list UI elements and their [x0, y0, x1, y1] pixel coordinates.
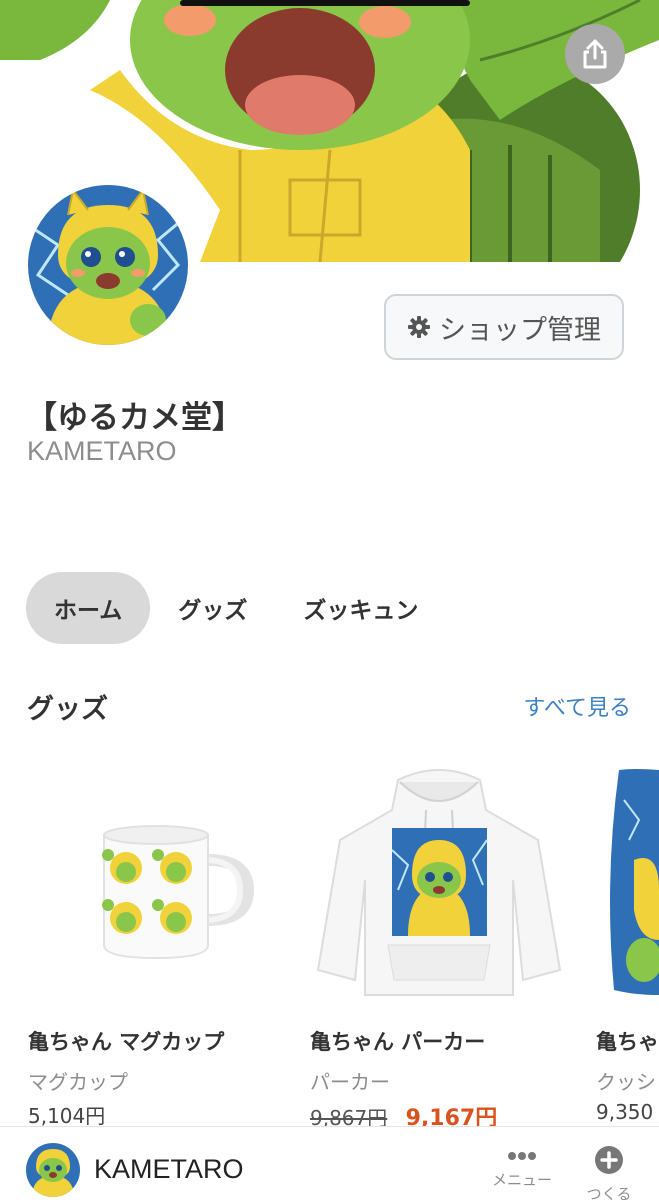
- tab-home[interactable]: ホーム: [26, 572, 151, 644]
- menu-button[interactable]: メニュー: [484, 1147, 560, 1190]
- gear-icon: [408, 316, 430, 338]
- product-image-cushion: [594, 740, 659, 1002]
- shop-manage-label: ショップ管理: [439, 314, 601, 346]
- product-card-hoodie[interactable]: 亀ちゃん パーカー パーカー 9,867円 9,167円: [308, 740, 570, 1131]
- tab-zukkyun[interactable]: ズッキュン: [275, 572, 446, 644]
- bottom-bar: KAMETARO メニュー つくる: [0, 1126, 659, 1204]
- bottom-shop-name[interactable]: KAMETARO: [94, 1154, 244, 1185]
- product-category: パーカー: [310, 1070, 390, 1094]
- product-price: 9,350: [596, 1100, 654, 1124]
- shop-title: 【ゆるカメ堂】: [26, 400, 243, 436]
- product-image-mug: [26, 740, 288, 1002]
- product-name: 亀ちゃん パーカー: [310, 1030, 486, 1054]
- more-dots-icon: [508, 1152, 536, 1160]
- bottom-shop-avatar[interactable]: [26, 1143, 80, 1197]
- create-label: つくる: [586, 1185, 632, 1203]
- product-card-mug[interactable]: 亀ちゃん マグカップ マグカップ 5,104円: [26, 740, 288, 1130]
- product-image-hoodie: [308, 740, 570, 1002]
- product-price: 5,104円: [28, 1104, 106, 1128]
- menu-label: メニュー: [491, 1171, 552, 1189]
- shop-tabs: ホーム グッズ ズッキュン: [26, 572, 446, 644]
- see-all-link[interactable]: すべて見る: [523, 690, 631, 722]
- shop-owner-name[interactable]: KAMETARO: [27, 436, 177, 467]
- create-button[interactable]: つくる: [578, 1145, 640, 1204]
- product-name: 亀ちゃ: [596, 1030, 659, 1054]
- shop-manage-button[interactable]: ショップ管理: [384, 294, 624, 360]
- shop-avatar[interactable]: [24, 181, 192, 349]
- tab-goods[interactable]: グッズ: [150, 572, 275, 644]
- product-name: 亀ちゃん マグカップ: [28, 1030, 225, 1054]
- product-category: マグカップ: [28, 1070, 128, 1094]
- product-card-cushion[interactable]: 亀ちゃ クッシ 9,350: [594, 740, 659, 1130]
- plus-circle-icon: [595, 1146, 623, 1174]
- share-icon: [583, 39, 607, 69]
- product-category: クッシ: [596, 1070, 656, 1094]
- goods-section-title: グッズ: [27, 694, 108, 725]
- share-button[interactable]: [565, 24, 625, 84]
